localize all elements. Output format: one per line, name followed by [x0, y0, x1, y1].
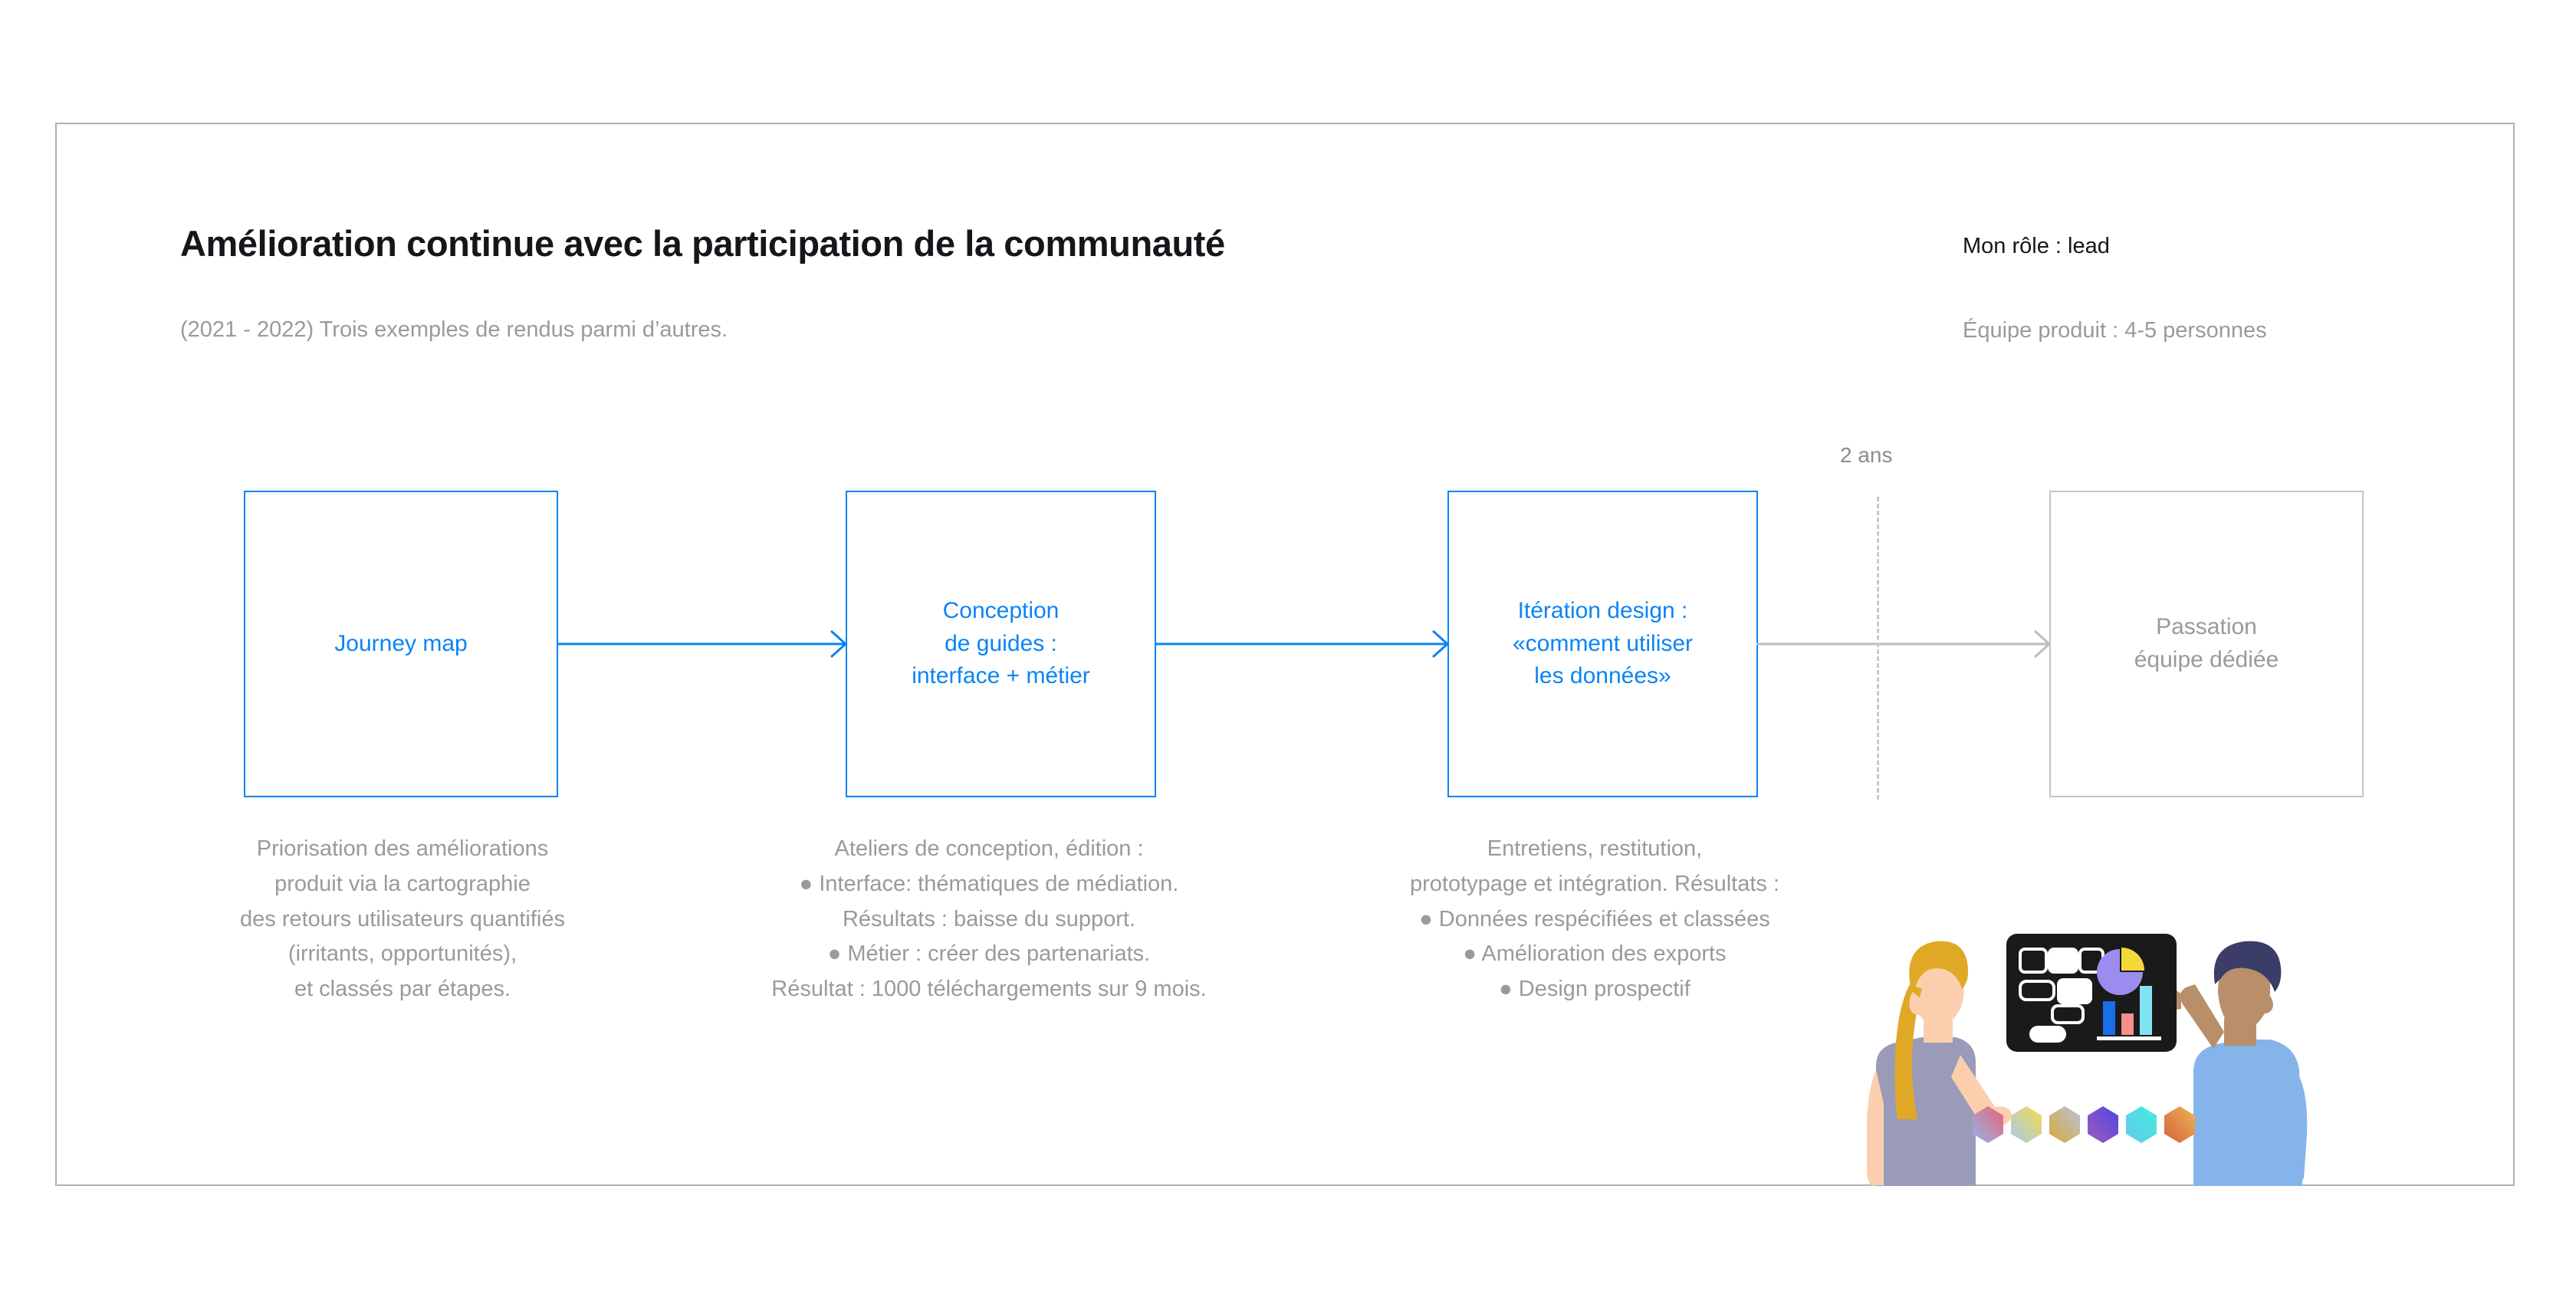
page-title: Amélioration continue avec la participat…	[180, 223, 1225, 264]
caption-line: des retours utilisateurs quantifiés	[240, 906, 565, 931]
divider-dashed-line	[1877, 497, 1879, 800]
caption-line: ● Design prospectif	[1499, 977, 1691, 1002]
caption-line: prototypage et intégration. Résultats :	[1409, 871, 1779, 896]
role-label: Mon rôle : lead	[1963, 234, 2110, 258]
flow-step-label: Itération design : «comment utiliser les…	[1512, 598, 1694, 689]
flow-step-label: Journey map	[334, 630, 468, 656]
flow-step-caption-conception-guides: Ateliers de conception, édition : ● Inte…	[667, 832, 1311, 1007]
caption-line: (irritants, opportunités),	[288, 941, 518, 967]
caption-line: ● Métier : créer des partenariats.	[827, 941, 1151, 967]
flow-step-iteration-design: Itération design : «comment utiliser les…	[1447, 491, 1758, 797]
flow-step-caption-iteration-design: Entretiens, restitution, prototypage et …	[1303, 832, 1886, 1007]
flow-step-conception-guides: Conception de guides : interface + métie…	[846, 491, 1156, 797]
arrow-connector-3	[1756, 629, 2052, 659]
caption-line: et classés par étapes.	[294, 977, 511, 1002]
caption-line: produit via la cartographie	[274, 871, 531, 896]
man-figure	[2159, 941, 2308, 1186]
caption-line: ● Données respécifiées et classées	[1419, 906, 1770, 931]
flow-step-passation: Passation équipe dédiée	[2049, 491, 2364, 797]
caption-line: ● Interface: thématiques de médiation.	[799, 871, 1179, 896]
caption-line: Résultat : 1000 téléchargements sur 9 mo…	[771, 977, 1207, 1002]
caption-line: Résultats : baisse du support.	[842, 906, 1136, 931]
arrow-connector-1	[557, 629, 848, 659]
flow-step-journey-map: Journey map	[244, 491, 558, 797]
flow-step-label: Passation équipe dédiée	[2134, 614, 2279, 672]
flow-step-caption-journey-map: Priorisation des améliorations produit v…	[115, 832, 690, 1007]
divider-duration-label: 2 ans	[1840, 443, 1893, 467]
dashboard-panel	[2006, 934, 2177, 1052]
caption-line: ● Amélioration des exports	[1463, 941, 1727, 967]
arrow-connector-2	[1155, 629, 1450, 659]
woman-figure	[1867, 941, 2012, 1186]
caption-line: Priorisation des améliorations	[256, 836, 549, 861]
two-people-with-dashboard-illustration	[1836, 912, 2312, 1186]
caption-line: Ateliers de conception, édition :	[834, 836, 1144, 861]
flow-step-label: Conception de guides : interface + métie…	[912, 598, 1090, 689]
caption-line: Entretiens, restitution,	[1487, 836, 1703, 861]
team-size-label: Équipe produit : 4-5 personnes	[1963, 318, 2267, 343]
page-subtitle: (2021 - 2022) Trois exemples de rendus p…	[180, 317, 728, 342]
